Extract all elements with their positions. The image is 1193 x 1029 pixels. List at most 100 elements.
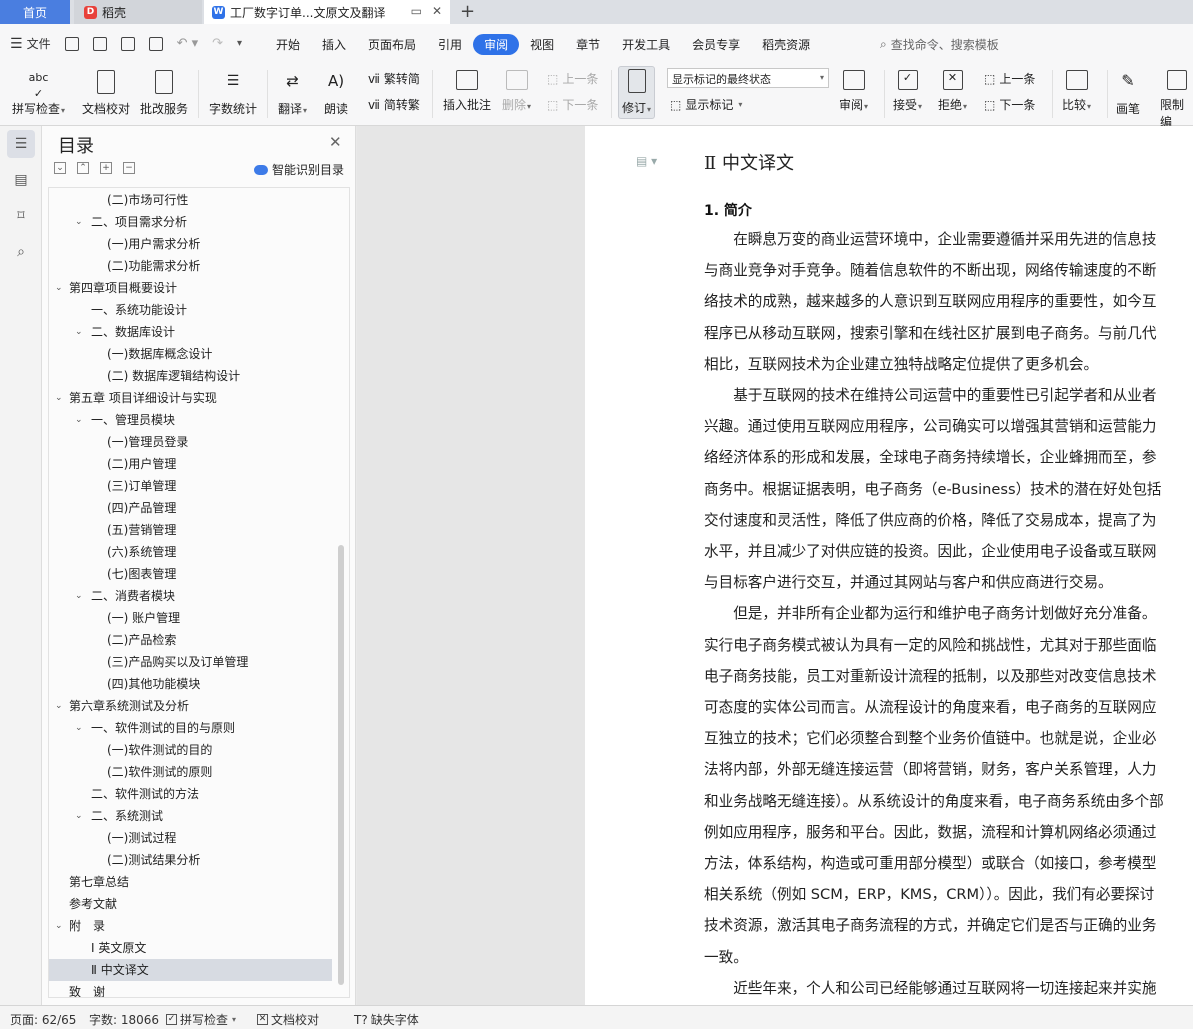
track-changes-button[interactable]: 修订▾ [618,66,656,119]
tab-review[interactable]: 审阅 [473,34,520,55]
toc-item[interactable]: ⌄ 二、消费者模块 [49,585,332,607]
chevron-down-icon[interactable]: ⌄ [55,387,63,409]
toc-item[interactable]: ⌄ 第五章 项目详细设计与实现 [49,387,332,409]
toc-item[interactable]: ⌄ 二、数据库设计 [49,321,332,343]
doc-proof-button[interactable]: 文档校对 [82,70,130,117]
missing-font-status[interactable]: T? 缺失字体 [354,1011,419,1028]
scrollbar[interactable] [338,545,344,985]
tab-section[interactable]: 章节 [565,34,611,55]
toc-item[interactable]: ⌄ 二、项目需求分析 [49,211,332,233]
toc-item[interactable]: (二)市场可行性 [49,189,332,211]
paragraph-icon[interactable]: ▤ ▾ [636,154,657,168]
tab-insert[interactable]: 插入 [311,34,357,55]
redo-icon[interactable]: ↷ [212,36,223,51]
compare-button[interactable]: 比较▾ [1062,70,1091,113]
tab-member[interactable]: 会员专享 [681,34,751,55]
chevron-down-icon[interactable]: ⌄ [55,277,63,299]
reject-button[interactable]: ✕ 拒绝▾ [938,70,967,113]
pen-button[interactable]: ✎ 画笔 [1116,70,1140,117]
close-tab-icon[interactable]: ✕ [432,4,442,18]
chevron-down-icon[interactable]: ⌄ [75,805,83,827]
toc-item[interactable]: (一)软件测试的目的 [49,739,332,761]
spell-check-button[interactable]: abc ✓ 拼写检查▾ [12,70,65,117]
page-indicator[interactable]: 页面: 62/65 [10,1011,76,1028]
review-pane-button[interactable]: 审阅▾ [839,70,868,113]
toc-item[interactable]: (四)其他功能模块 [49,673,332,695]
toc-item[interactable]: 致 谢 [49,981,332,997]
tab-document[interactable]: W 工厂数字订单...文原文及翻译 ▭ ✕ [204,0,450,24]
toc-item[interactable]: (三)产品购买以及订单管理 [49,651,332,673]
toc-item[interactable]: ⌄ 第六章系统测试及分析 [49,695,332,717]
toc-item[interactable]: (二)功能需求分析 [49,255,332,277]
export-pdf-icon[interactable] [92,36,107,51]
tab-daoke-resources[interactable]: 稻壳资源 [751,34,821,55]
command-search[interactable]: ⌕ 查找命令、搜索模板 [880,36,999,53]
chevron-down-icon[interactable]: ⌄ [75,321,83,343]
toc-item[interactable]: (七)图表管理 [49,563,332,585]
expand-all-icon[interactable]: ⌃ [77,162,89,174]
pin-icon[interactable]: ▭ [411,4,422,18]
toc-item[interactable]: ⌄ 第四章项目概要设计 [49,277,332,299]
more-icon[interactable]: ▾ [237,38,242,49]
toc-item[interactable]: 第七章总结 [49,871,332,893]
toc-item[interactable]: (二)用户管理 [49,453,332,475]
chevron-down-icon[interactable]: ⌄ [75,211,83,233]
toc-item[interactable]: 一、系统功能设计 [49,299,332,321]
markup-display-select[interactable]: 显示标记的最终状态 ▾ [667,68,829,88]
simp-to-trad-button[interactable]: ⅶ 简转繁 [368,96,420,113]
prev-change-button[interactable]: ⬚ 上一条 [984,70,1035,87]
batch-service-button[interactable]: 批改服务 [140,70,188,117]
read-aloud-button[interactable]: A) 朗读 [324,70,348,117]
show-markup-button[interactable]: ⬚ 显示标记 ▾ [670,96,742,113]
chevron-down-icon[interactable]: ⌄ [55,695,63,717]
document-page[interactable]: ▤ ▾ Ⅱ 中文译文 1. 简介 在瞬息万变的商业运营环境中，企业需要遵循并采用… [585,126,1193,1005]
toc-nav-icon[interactable]: ☰ [7,130,35,158]
toc-item[interactable]: (一)用户需求分析 [49,233,332,255]
tab-page-layout[interactable]: 页面布局 [357,34,427,55]
next-comment-button[interactable]: ⬚ 下一条 [547,96,598,113]
tab-home[interactable]: 首页 [0,0,70,24]
chapter-nav-icon[interactable]: ▤ [7,166,35,194]
chevron-down-icon[interactable]: ⌄ [75,585,83,607]
collapse-all-icon[interactable]: ⌄ [54,162,66,174]
chevron-down-icon[interactable]: ⌄ [55,915,63,937]
toc-item[interactable]: (四)产品管理 [49,497,332,519]
toc-item[interactable]: ⌄ 附 录 [49,915,332,937]
toc-item[interactable]: (六)系统管理 [49,541,332,563]
trad-to-simp-button[interactable]: ⅶ 繁转简 [368,70,420,87]
close-icon[interactable]: ✕ [329,133,342,151]
search-icon[interactable]: ⌕ [7,238,35,266]
doc-proof-status[interactable]: ✕ 文档校对 [257,1011,319,1028]
toc-item[interactable]: (二)测试结果分析 [49,849,332,871]
next-change-button[interactable]: ⬚ 下一条 [984,96,1035,113]
toc-item[interactable]: (二)软件测试的原则 [49,761,332,783]
translate-button[interactable]: ⇄ 翻译▾ [278,70,307,117]
word-count-indicator[interactable]: 字数: 18066 [89,1011,159,1028]
tab-view[interactable]: 视图 [519,34,565,55]
word-count-button[interactable]: ☰ 字数统计 [209,70,257,117]
toc-item[interactable]: Ⅰ 英文原文 [49,937,332,959]
toc-item[interactable]: (一)数据库概念设计 [49,343,332,365]
spell-check-status[interactable]: ✓ 拼写检查 ▾ [166,1011,236,1028]
prev-comment-button[interactable]: ⬚ 上一条 [547,70,598,87]
chevron-down-icon[interactable]: ⌄ [75,717,83,739]
save-icon[interactable] [64,36,79,51]
toc-item[interactable]: (一)测试过程 [49,827,332,849]
toc-item[interactable]: (二) 数据库逻辑结构设计 [49,365,332,387]
undo-icon[interactable]: ↶ ▾ [177,36,199,51]
file-menu[interactable]: ☰ 文件 [10,35,51,52]
toc-item[interactable]: (一) 账户管理 [49,607,332,629]
tab-daoke[interactable]: D 稻壳 [74,0,202,24]
bookmark-icon[interactable]: ⌑ [7,202,35,230]
accept-button[interactable]: ✓ 接受▾ [893,70,922,113]
toc-item[interactable]: Ⅱ 中文译文 [49,959,332,981]
chevron-down-icon[interactable]: ⌄ [75,409,83,431]
toc-item[interactable]: 二、软件测试的方法 [49,783,332,805]
toc-item[interactable]: ⌄ 一、软件测试的目的与原则 [49,717,332,739]
print-icon[interactable] [120,36,135,51]
toc-item[interactable]: ⌄ 二、系统测试 [49,805,332,827]
new-tab-button[interactable]: + [460,1,475,22]
remove-item-icon[interactable]: − [123,162,135,174]
insert-comment-button[interactable]: 插入批注 [443,70,491,113]
tab-developer[interactable]: 开发工具 [611,34,681,55]
